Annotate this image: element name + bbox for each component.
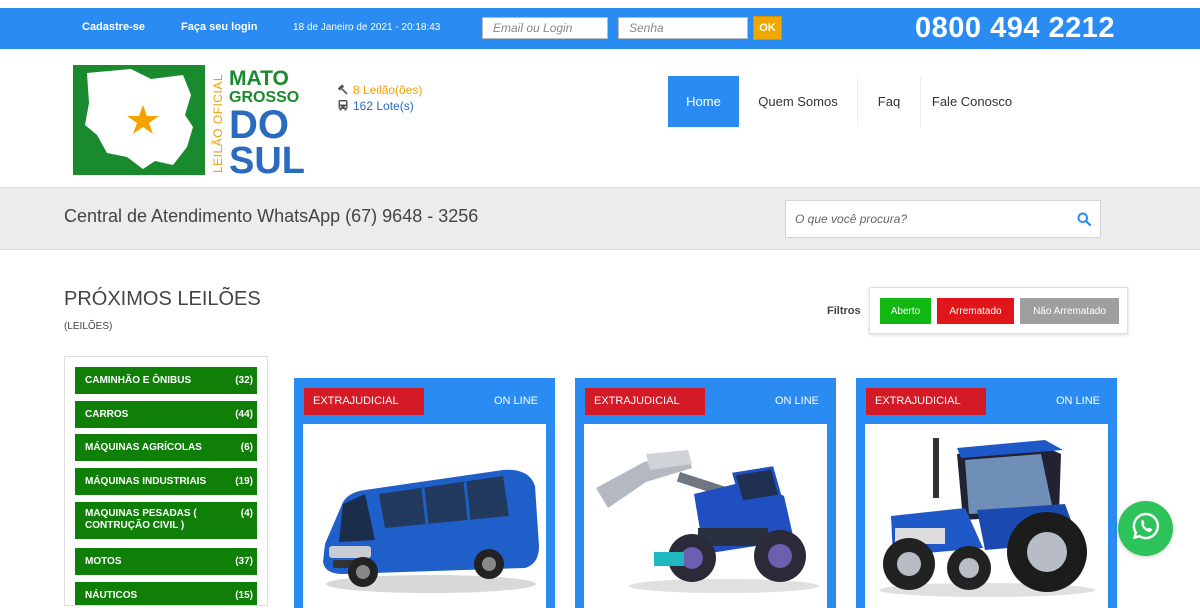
filter-open-button[interactable]: Aberto	[880, 298, 931, 324]
current-datetime: 18 de Janeiro de 2021 - 20:18:43	[293, 22, 441, 33]
minibus-image[interactable]	[303, 424, 546, 608]
category-name: CARROS	[85, 409, 129, 420]
category-name: MÁQUINAS AGRÍCOLAS	[85, 442, 202, 453]
login-ok-button[interactable]: OK	[753, 16, 782, 40]
category-count: (32)	[235, 375, 253, 386]
category-item[interactable]: CARROS (44)	[75, 401, 257, 428]
search-icon[interactable]	[1077, 212, 1092, 231]
category-item[interactable]: NÁUTICOS (15)	[75, 582, 257, 605]
search-input[interactable]	[786, 201, 1056, 237]
email-login-input[interactable]	[482, 17, 608, 39]
nav-about[interactable]: Quem Somos	[739, 76, 858, 127]
search-box	[785, 200, 1101, 238]
filter-unsold-button[interactable]: Não Arrematado	[1020, 298, 1119, 324]
category-name: MOTOS	[85, 556, 122, 567]
filter-sold-button[interactable]: Arrematado	[937, 298, 1014, 324]
auction-status: ON LINE	[493, 395, 538, 407]
auction-type-tag: EXTRAJUDICIAL	[304, 388, 424, 415]
site-logo[interactable]: LEILÃO OFICIAL MATO GROSSO DO SUL	[73, 65, 318, 182]
category-count: (4)	[240, 508, 253, 519]
auction-status: ON LINE	[1055, 395, 1100, 407]
whatsapp-central-text: Central de Atendimento WhatsApp (67) 964…	[64, 206, 479, 226]
category-count: (6)	[240, 442, 253, 453]
whatsapp-icon	[1131, 511, 1161, 546]
filters-box: Aberto Arrematado Não Arrematado	[869, 287, 1128, 334]
category-item[interactable]: CAMINHÃO E ÔNIBUS (32)	[75, 367, 257, 394]
category-item[interactable]: MÁQUINAS INDUSTRIAIS (19)	[75, 468, 257, 495]
nav-faq[interactable]: Faq	[858, 76, 921, 127]
lots-count[interactable]: 162 Lote(s)	[353, 99, 414, 113]
category-item[interactable]: MOTOS (37)	[75, 548, 257, 575]
logo-line-1: MATO	[229, 67, 289, 90]
auction-card[interactable]: EXTRAJUDICIAL ON LINE	[575, 378, 836, 608]
login-link[interactable]: Faça seu login	[181, 21, 257, 33]
logo-line-4: SUL	[229, 140, 305, 175]
category-count: (19)	[235, 476, 253, 487]
category-name: MÁQUINAS INDUSTRIAIS	[85, 476, 207, 487]
category-name: MAQUINAS PESADAS ( CONTRUÇÃO CIVIL )	[85, 508, 197, 531]
top-bar: Cadastre-se Faça seu login 18 de Janeiro…	[0, 8, 1200, 49]
category-sidebar: CAMINHÃO E ÔNIBUS (32) CARROS (44) MÁQUI…	[64, 356, 268, 606]
auction-card[interactable]: EXTRAJUDICIAL ON LINE	[294, 378, 555, 608]
category-count: (15)	[235, 590, 253, 601]
register-link[interactable]: Cadastre-se	[82, 21, 145, 33]
logo-side-text: LEILÃO OFICIAL	[211, 74, 225, 173]
auction-stats: 8 Leilão(ões) 162 Lote(s)	[337, 82, 422, 114]
category-count: (37)	[235, 556, 253, 567]
loader-machine-image[interactable]	[584, 424, 827, 608]
service-band: Central de Atendimento WhatsApp (67) 964…	[0, 187, 1200, 250]
whatsapp-button[interactable]	[1118, 501, 1173, 556]
tractor-image[interactable]	[865, 424, 1108, 608]
auction-status: ON LINE	[774, 395, 819, 407]
filters-label: Filtros	[827, 305, 861, 317]
category-item[interactable]: MÁQUINAS AGRÍCOLAS (6)	[75, 434, 257, 461]
gavel-icon	[337, 83, 349, 98]
auctions-count[interactable]: 8 Leilão(ões)	[353, 83, 422, 97]
auction-card[interactable]: EXTRAJUDICIAL ON LINE	[856, 378, 1117, 608]
category-name: NÁUTICOS	[85, 590, 138, 601]
auction-type-tag: EXTRAJUDICIAL	[585, 388, 705, 415]
category-count: (44)	[235, 409, 253, 420]
nav-home[interactable]: Home	[668, 76, 739, 127]
main-nav: Home Quem Somos Faq Fale Conosco	[668, 76, 1023, 127]
auction-type-tag: EXTRAJUDICIAL	[866, 388, 986, 415]
section-subtitle: (LEILÕES)	[64, 321, 113, 332]
section-title: PRÓXIMOS LEILÕES	[64, 288, 261, 310]
category-name: CAMINHÃO E ÔNIBUS	[85, 375, 192, 386]
category-item[interactable]: MAQUINAS PESADAS ( CONTRUÇÃO CIVIL ) (4)	[75, 502, 257, 539]
bus-icon	[337, 99, 349, 114]
phone-number: 0800 494 2212	[915, 12, 1116, 44]
nav-contact[interactable]: Fale Conosco	[921, 76, 1023, 127]
password-input[interactable]	[618, 17, 748, 39]
